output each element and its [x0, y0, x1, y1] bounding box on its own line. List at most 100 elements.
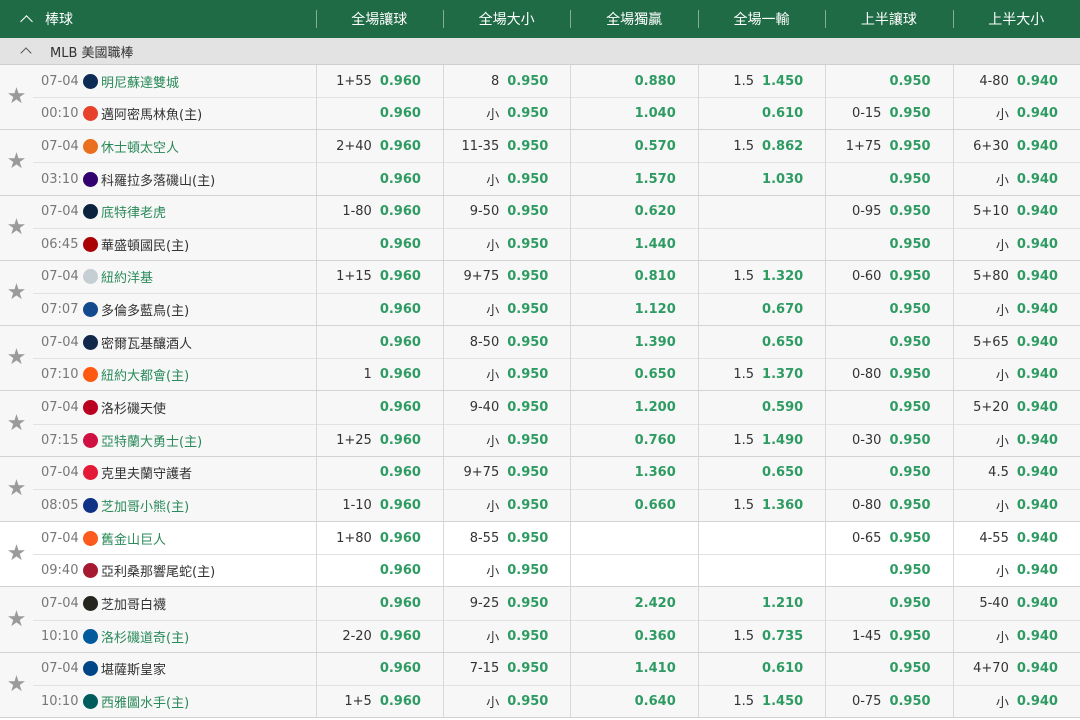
odds-button[interactable]: 0-65 0.950	[826, 522, 952, 554]
favorite-toggle[interactable]: ★	[0, 261, 33, 325]
league-header[interactable]: MLB 美國職棒	[0, 38, 1080, 65]
sport-collapse-toggle[interactable]: 棒球	[0, 0, 316, 38]
odds-button[interactable]: 小 0.940	[953, 97, 1080, 129]
odds-button[interactable]: 0.950	[826, 227, 953, 260]
odds-button[interactable]: 0.670	[698, 293, 826, 325]
odds-button[interactable]: 8-50 0.950	[444, 326, 570, 358]
odds-button[interactable]: 5+10 0.940	[954, 196, 1080, 228]
odds-button[interactable]: 小 0.950	[443, 554, 571, 586]
odds-button[interactable]: 小 0.950	[443, 423, 571, 456]
odds-button[interactable]: 1+55 0.960	[317, 65, 443, 97]
odds-button[interactable]: 1.030	[698, 162, 826, 194]
odds-button[interactable]: 1.5 1.490	[698, 423, 826, 456]
odds-button[interactable]: 小 0.940	[953, 358, 1080, 390]
odds-button[interactable]: 0.950	[826, 326, 952, 358]
odds-button[interactable]: 9-50 0.950	[444, 196, 570, 228]
odds-button[interactable]: 1.5 1.370	[698, 358, 826, 390]
odds-button[interactable]: 1.200	[571, 391, 697, 423]
favorite-toggle[interactable]: ★	[0, 326, 33, 390]
odds-button[interactable]: 0.760	[571, 423, 698, 456]
odds-button[interactable]: 2.420	[571, 587, 697, 619]
odds-button[interactable]: 小 0.950	[443, 619, 571, 652]
odds-button[interactable]: 1.040	[571, 97, 698, 129]
odds-button[interactable]: 4-80 0.940	[954, 65, 1080, 97]
odds-button[interactable]: 0.950	[826, 293, 953, 325]
odds-button[interactable]: 1.360	[571, 457, 697, 489]
odds-button[interactable]: 0.610	[699, 653, 825, 685]
odds-button[interactable]: 1+15 0.960	[317, 261, 443, 293]
odds-button[interactable]: 0-80 0.950	[826, 358, 953, 390]
odds-button[interactable]: 1.120	[571, 293, 698, 325]
odds-button[interactable]: 0.960	[316, 227, 443, 260]
odds-button[interactable]: 0-60 0.950	[826, 261, 952, 293]
odds-button[interactable]: 小 0.950	[443, 293, 571, 325]
odds-button[interactable]: 0.960	[317, 457, 443, 489]
odds-button[interactable]: 小 0.940	[953, 227, 1080, 260]
odds-button[interactable]: 0.590	[699, 391, 825, 423]
odds-button[interactable]: 小 0.950	[443, 684, 571, 717]
odds-button[interactable]: 8-55 0.950	[444, 522, 570, 554]
odds-button[interactable]: 0.640	[571, 684, 698, 717]
odds-button[interactable]: 小 0.940	[953, 488, 1080, 521]
odds-button[interactable]: 1.210	[699, 587, 825, 619]
odds-button[interactable]: 0.960	[317, 391, 443, 423]
odds-button[interactable]: 6+30 0.940	[954, 130, 1080, 162]
odds-button[interactable]: 1-10 0.960	[316, 488, 443, 521]
odds-button[interactable]: 0.950	[826, 391, 952, 423]
odds-button[interactable]: 0.610	[698, 97, 826, 129]
odds-button[interactable]: 小 0.950	[443, 97, 571, 129]
odds-button[interactable]: 小 0.940	[953, 162, 1080, 194]
odds-button[interactable]: 9-25 0.950	[444, 587, 570, 619]
odds-button[interactable]: 8 0.950	[444, 65, 570, 97]
odds-button[interactable]: 1+5 0.960	[316, 684, 443, 717]
odds-button[interactable]: 9+75 0.950	[444, 457, 570, 489]
odds-button[interactable]: 0.950	[826, 65, 952, 97]
odds-button[interactable]: 1+25 0.960	[316, 423, 443, 456]
odds-button[interactable]: 1-45 0.950	[826, 619, 953, 652]
odds-button[interactable]: 小 0.950	[443, 358, 571, 390]
odds-button[interactable]: 5+80 0.940	[954, 261, 1080, 293]
odds-button[interactable]: 0.620	[571, 196, 697, 228]
favorite-toggle[interactable]: ★	[0, 65, 33, 129]
favorite-toggle[interactable]: ★	[0, 391, 33, 455]
odds-button[interactable]: 1+80 0.960	[317, 522, 443, 554]
odds-button[interactable]: 0.950	[826, 162, 953, 194]
odds-button[interactable]: 0-95 0.950	[826, 196, 952, 228]
odds-button[interactable]: 小 0.950	[443, 488, 571, 521]
odds-button[interactable]: 1.5 0.862	[699, 130, 825, 162]
odds-button[interactable]: 0.950	[826, 457, 952, 489]
odds-button[interactable]: 0.650	[699, 457, 825, 489]
odds-button[interactable]: 1.570	[571, 162, 698, 194]
odds-button[interactable]: 0.960	[316, 97, 443, 129]
odds-button[interactable]: 0.950	[826, 653, 952, 685]
odds-button[interactable]: 1.440	[571, 227, 698, 260]
odds-button[interactable]: 0.950	[826, 554, 953, 586]
odds-button[interactable]: 小 0.940	[953, 423, 1080, 456]
odds-button[interactable]: 4+70 0.940	[954, 653, 1080, 685]
odds-button[interactable]: 0-15 0.950	[826, 97, 953, 129]
odds-button[interactable]: 小 0.940	[953, 619, 1080, 652]
odds-button[interactable]: 2+40 0.960	[317, 130, 443, 162]
odds-button[interactable]: 1.410	[571, 653, 697, 685]
odds-button[interactable]: 0.810	[571, 261, 697, 293]
odds-button[interactable]: 0.960	[317, 587, 443, 619]
odds-button[interactable]: 小 0.940	[953, 684, 1080, 717]
odds-button[interactable]: 0.880	[571, 65, 697, 97]
odds-button[interactable]: 0.360	[571, 619, 698, 652]
favorite-toggle[interactable]: ★	[0, 196, 33, 260]
favorite-toggle[interactable]: ★	[0, 130, 33, 194]
odds-button[interactable]: 1.5 1.320	[699, 261, 825, 293]
odds-button[interactable]: 2-20 0.960	[316, 619, 443, 652]
odds-button[interactable]: 7-15 0.950	[444, 653, 570, 685]
odds-button[interactable]: 0.660	[571, 488, 698, 521]
odds-button[interactable]: 4-55 0.940	[954, 522, 1080, 554]
odds-button[interactable]: 0.650	[571, 358, 698, 390]
favorite-toggle[interactable]: ★	[0, 587, 33, 651]
odds-button[interactable]: 小 0.940	[953, 554, 1080, 586]
odds-button[interactable]: 5-40 0.940	[954, 587, 1080, 619]
odds-button[interactable]: 1+75 0.950	[826, 130, 952, 162]
odds-button[interactable]: 0-80 0.950	[826, 488, 953, 521]
odds-button[interactable]: 0-30 0.950	[826, 423, 953, 456]
odds-button[interactable]: 9-40 0.950	[444, 391, 570, 423]
odds-button[interactable]: 1.5 1.360	[698, 488, 826, 521]
